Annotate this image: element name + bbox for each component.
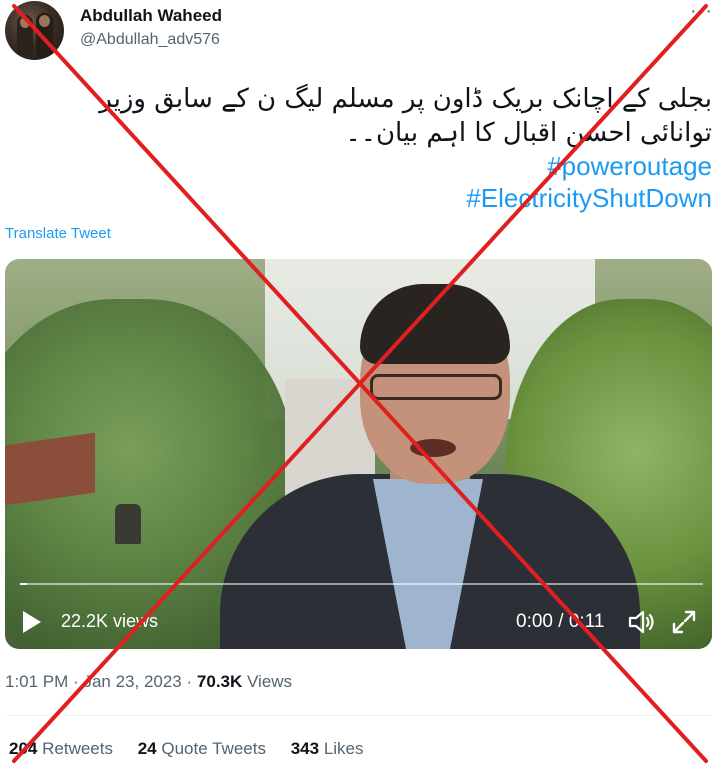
video-person-glasses: [370, 374, 502, 400]
meta-separator: ·: [73, 672, 79, 691]
more-options-icon[interactable]: ···: [690, 0, 713, 23]
video-progress-bar[interactable]: [20, 583, 703, 585]
avatar[interactable]: [5, 1, 64, 60]
tweet-stats: 204 Retweets 24 Quote Tweets 343 Likes: [9, 739, 384, 759]
retweets-label: Retweets: [42, 739, 113, 758]
views-label: Views: [247, 672, 293, 691]
tweet-header: Abdullah Waheed @Abdullah_adv576 ···: [0, 0, 720, 66]
tweet-time[interactable]: 1:01 PM: [5, 672, 68, 691]
video-views: 22.2K views: [61, 611, 159, 631]
video-progress-fill: [20, 583, 27, 585]
volume-icon[interactable]: [627, 609, 657, 635]
video-roof: [5, 432, 95, 506]
author-name[interactable]: Abdullah Waheed: [80, 6, 222, 26]
meta-separator: ·: [186, 672, 193, 691]
views-count: 70.3K: [196, 672, 243, 691]
hashtag-electricityshutdown[interactable]: #ElectricityShutDown: [12, 182, 712, 214]
video-controls: 22.2K views 0:00 / 0:11: [5, 595, 712, 639]
quote-tweets-stat[interactable]: 24 Quote Tweets: [138, 739, 266, 758]
likes-count: 343: [290, 739, 320, 758]
avatar-face-left: [20, 17, 30, 28]
likes-label: Likes: [323, 739, 364, 758]
translate-tweet-link[interactable]: Translate Tweet: [5, 225, 111, 242]
tweet-date[interactable]: Jan 23, 2023: [83, 672, 181, 691]
video-player[interactable]: 22.2K views 0:00 / 0:11: [5, 259, 712, 649]
tweet-urdu-line-2: توانائی احسن اقبال کا اہم بیان۔۔: [345, 118, 712, 148]
divider: [5, 715, 712, 716]
fullscreen-icon[interactable]: [671, 609, 697, 635]
quotes-count: 24: [137, 739, 157, 758]
tweet-urdu-line-1: بجلی کے اچانک بریک ڈاون پر مسلم لیگ ن کے…: [99, 84, 712, 114]
tweet-text: بجلی کے اچانک بریک ڈاون پر مسلم لیگ ن کے…: [12, 82, 712, 214]
avatar-face-right: [39, 15, 50, 27]
author-handle[interactable]: @Abdullah_adv576: [80, 31, 220, 49]
hashtag-poweroutage[interactable]: #poweroutage: [12, 150, 712, 182]
video-lamp: [115, 504, 141, 544]
retweets-count: 204: [9, 739, 38, 758]
quotes-label: Quote Tweets: [161, 739, 266, 758]
play-icon[interactable]: [23, 611, 41, 633]
video-time: 0:00 / 0:11: [516, 611, 605, 632]
likes-stat[interactable]: 343 Likes: [291, 739, 364, 758]
tweet-meta: 1:01 PM · Jan 23, 2023 · 70.3K Views: [5, 672, 292, 692]
video-person-mouth: [410, 439, 456, 457]
retweets-stat[interactable]: 204 Retweets: [9, 739, 113, 758]
